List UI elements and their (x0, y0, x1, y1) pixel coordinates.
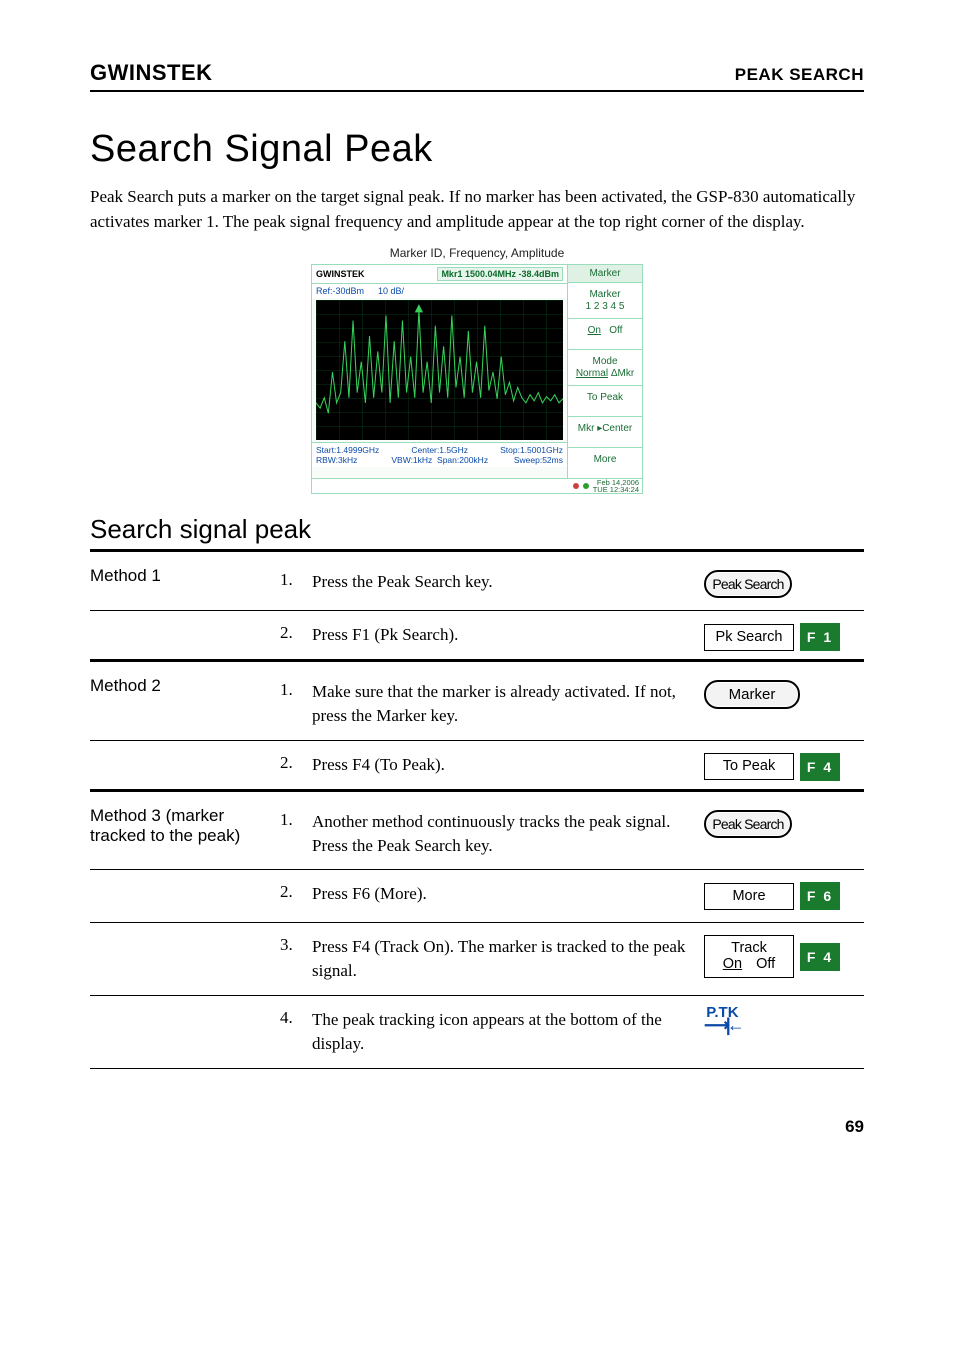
status-bar: Feb 14,2006 TUE 12:34:24 (312, 478, 642, 493)
ref-level: Ref:-30dBm (316, 286, 364, 296)
step-number: 1. (280, 810, 302, 830)
step-widget: MoreF 6 (704, 882, 864, 910)
step-text: Press F6 (More). (312, 882, 694, 906)
method-label (90, 747, 280, 749)
step-number: 3. (280, 935, 302, 955)
softkey-label[interactable]: Pk Search (704, 624, 794, 651)
method-label: Method 2 (90, 674, 280, 696)
method-label: Method 1 (90, 564, 280, 586)
menu-item-marker-select[interactable]: Marker 1 2 3 4 5 (568, 282, 642, 318)
section-rule (90, 549, 864, 552)
brand-logo: GWINSTEK (90, 60, 214, 86)
center-freq: Center:1.5GHz (411, 445, 468, 455)
step-divider (90, 995, 864, 996)
step-number: 1. (280, 570, 302, 590)
hardkey-button[interactable]: Marker (704, 680, 800, 709)
menu-item-mode[interactable]: ModeNormal ΔMkr (568, 349, 642, 385)
method-label (90, 929, 280, 931)
method-divider (90, 659, 864, 662)
rbw: RBW:3kHz (316, 455, 379, 465)
function-key[interactable]: F 6 (800, 882, 840, 910)
stop-freq: Stop:1.5001GHz (500, 445, 563, 455)
menu-item-mkr-center[interactable]: Mkr ▸Center (568, 416, 642, 447)
step-divider (90, 922, 864, 923)
step-widget: Peak Search (704, 810, 864, 838)
step-text: Press F1 (Pk Search). (312, 623, 694, 647)
page-header: GWINSTEK PEAK SEARCH (90, 60, 864, 92)
breadcrumb: PEAK SEARCH (735, 65, 864, 85)
step-widget: Pk SearchF 1 (704, 623, 864, 651)
softkey-menu: Marker Marker 1 2 3 4 5 On Off ModeNorma… (568, 265, 642, 478)
step-widget: Peak Search (704, 570, 864, 598)
screenshot-brand: GWINSTEK (316, 269, 365, 279)
step-text: Another method continuously tracks the p… (312, 810, 694, 858)
status-time: TUE 12:34:24 (593, 486, 639, 494)
scale-div: 10 dB/ (378, 286, 404, 296)
function-key[interactable]: F 4 (800, 943, 840, 971)
step-widget: To PeakF 4 (704, 753, 864, 781)
function-key[interactable]: F 4 (800, 753, 840, 781)
method-label: Method 3 (marker tracked to the peak) (90, 804, 280, 846)
section-title: Search signal peak (90, 514, 864, 545)
menu-title: Marker (568, 265, 642, 282)
figure-caption: Marker ID, Frequency, Amplitude (90, 246, 864, 260)
vbw: VBW:1kHz (391, 455, 432, 465)
status-lamp-icon (583, 483, 589, 489)
status-lamp-icon (573, 483, 579, 489)
step-number: 4. (280, 1008, 302, 1028)
step-text: Make sure that the marker is already act… (312, 680, 694, 728)
spectrum-screenshot: GWINSTEK Mkr1 1500.04MHz -38.4dBm Ref:-3… (311, 264, 643, 494)
step-widget: P.TK⟶|← (704, 1008, 864, 1032)
menu-item-on-off[interactable]: On Off (568, 318, 642, 349)
span: Span:200kHz (437, 455, 488, 465)
function-key[interactable]: F 1 (800, 623, 840, 651)
step-widget: Marker (704, 680, 864, 709)
softkey-label[interactable]: To Peak (704, 753, 794, 780)
step-number: 2. (280, 623, 302, 643)
page-title: Search Signal Peak (90, 128, 864, 171)
softkey-label[interactable]: More (704, 883, 794, 910)
start-freq: Start:1.4999GHz (316, 445, 379, 455)
sweep-time: Sweep:52ms (514, 455, 563, 465)
method-label (90, 1002, 280, 1004)
peak-track-icon: P.TK⟶|← (704, 1008, 741, 1032)
step-text: Press the Peak Search key. (312, 570, 694, 594)
step-text: Press F4 (To Peak). (312, 753, 694, 777)
menu-item-more[interactable]: More (568, 447, 642, 478)
menu-item-to-peak[interactable]: To Peak (568, 385, 642, 416)
step-number: 1. (280, 680, 302, 700)
hardkey-button[interactable]: Peak Search (704, 810, 792, 838)
step-widget: TrackOnOffF 4 (704, 935, 864, 977)
hardkey-button[interactable]: Peak Search (704, 570, 792, 598)
step-number: 2. (280, 882, 302, 902)
method-label (90, 617, 280, 619)
step-divider (90, 1068, 864, 1069)
marker-readout: Mkr1 1500.04MHz -38.4dBm (437, 267, 563, 281)
step-text: The peak tracking icon appears at the bo… (312, 1008, 694, 1056)
softkey-track[interactable]: TrackOnOff (704, 935, 794, 977)
step-divider (90, 610, 864, 611)
method-divider (90, 789, 864, 792)
method-label (90, 876, 280, 878)
brand-text: GWINSTEK (90, 60, 213, 86)
intro-paragraph: Peak Search puts a marker on the target … (90, 185, 864, 234)
step-divider (90, 869, 864, 870)
spectrum-plot (316, 300, 563, 440)
step-number: 2. (280, 753, 302, 773)
step-text: Press F4 (Track On). The marker is track… (312, 935, 694, 983)
step-divider (90, 740, 864, 741)
page-number: 69 (90, 1117, 864, 1137)
figure-wrapper: Marker ID, Frequency, Amplitude GWINSTEK… (90, 246, 864, 494)
